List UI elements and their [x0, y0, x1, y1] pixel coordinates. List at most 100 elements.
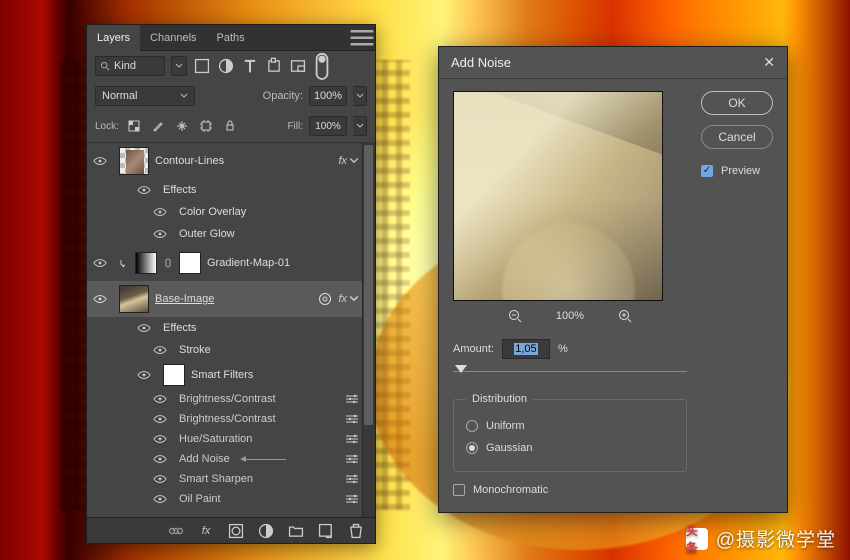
radio-gaussian[interactable]: Gaussian: [466, 437, 674, 459]
adjustment-thumbnail[interactable]: [135, 252, 157, 274]
monochromatic-checkbox[interactable]: Monochromatic: [453, 484, 687, 496]
adjustment-layer-icon[interactable]: [257, 522, 275, 540]
smart-filters-header[interactable]: Smart Filters: [87, 361, 375, 389]
filter-pixel-icon[interactable]: [193, 57, 211, 75]
visibility-toggle[interactable]: [131, 323, 157, 333]
fx-badge[interactable]: fx: [338, 293, 359, 305]
layer-style-icon[interactable]: fx: [197, 522, 215, 540]
effect-color-overlay[interactable]: Color Overlay: [87, 201, 375, 223]
filter-kind-dropdown[interactable]: Kind: [95, 56, 165, 76]
visibility-toggle[interactable]: [87, 258, 113, 268]
dialog-titlebar[interactable]: Add Noise ✕: [439, 47, 787, 79]
filter-smartobject-icon[interactable]: [289, 57, 307, 75]
preview-checkbox[interactable]: Preview: [701, 165, 773, 177]
visibility-toggle[interactable]: [147, 345, 173, 355]
smart-filter-item[interactable]: Hue/Saturation: [87, 429, 375, 449]
fill-chevron[interactable]: [353, 116, 367, 136]
visibility-toggle[interactable]: [147, 474, 173, 484]
effect-stroke[interactable]: Stroke: [87, 339, 375, 361]
visibility-toggle[interactable]: [147, 207, 173, 217]
layer-thumbnail[interactable]: [119, 285, 149, 313]
scrollbar-track[interactable]: [362, 143, 375, 517]
filter-kind-chevron[interactable]: [171, 56, 187, 76]
visibility-toggle[interactable]: [147, 494, 173, 504]
tab-paths[interactable]: Paths: [207, 25, 255, 51]
link-layers-icon[interactable]: [167, 522, 185, 540]
panel-menu-icon[interactable]: [349, 28, 375, 48]
radio-indicator: [466, 420, 478, 432]
filter-blend-icon[interactable]: [341, 414, 359, 424]
visibility-toggle[interactable]: [131, 370, 157, 380]
layer-mask-icon[interactable]: [227, 522, 245, 540]
lock-artboard-icon[interactable]: [197, 117, 215, 135]
radio-uniform[interactable]: Uniform: [466, 415, 674, 437]
visibility-toggle[interactable]: [147, 414, 173, 424]
filter-blend-icon[interactable]: [341, 474, 359, 484]
radio-indicator: [466, 442, 478, 454]
effects-header[interactable]: Effects: [87, 179, 375, 201]
visibility-toggle[interactable]: [147, 229, 173, 239]
filter-adjustment-icon[interactable]: [217, 57, 235, 75]
new-group-icon[interactable]: [287, 522, 305, 540]
opacity-chevron[interactable]: [353, 86, 367, 106]
slider-knob[interactable]: [455, 365, 467, 379]
layer-name[interactable]: Contour-Lines: [155, 155, 332, 167]
filter-blend-icon[interactable]: [341, 494, 359, 504]
lock-all-icon[interactable]: [221, 117, 239, 135]
ok-button[interactable]: OK: [701, 91, 773, 115]
smart-filter-item[interactable]: Smart Sharpen: [87, 469, 375, 489]
smart-filter-item[interactable]: Brightness/Contrast: [87, 409, 375, 429]
blend-mode-dropdown[interactable]: Normal: [95, 86, 195, 106]
visibility-toggle[interactable]: [87, 294, 113, 304]
radio-label: Uniform: [486, 420, 525, 432]
amount-unit: %: [558, 343, 568, 355]
filter-kind-label: Kind: [114, 60, 136, 72]
close-button[interactable]: ✕: [763, 54, 775, 71]
visibility-toggle[interactable]: [147, 434, 173, 444]
layer-name[interactable]: Base-Image: [155, 293, 312, 305]
amount-slider[interactable]: [453, 363, 687, 379]
filter-name: Smart Sharpen: [179, 473, 335, 485]
scrollbar-thumb[interactable]: [364, 145, 373, 425]
tab-layers[interactable]: Layers: [87, 25, 140, 51]
tab-channels[interactable]: Channels: [140, 25, 206, 51]
visibility-toggle[interactable]: [87, 156, 113, 166]
zoom-in-button[interactable]: [618, 309, 632, 323]
opacity-value[interactable]: 100%: [309, 86, 347, 106]
layer-gradient-map[interactable]: Gradient-Map-01: [87, 245, 375, 281]
mask-link-icon[interactable]: [163, 252, 173, 274]
fill-label: Fill:: [287, 121, 303, 132]
layer-contour-lines[interactable]: Contour-Lines fx: [87, 143, 375, 179]
filter-blend-icon[interactable]: [341, 434, 359, 444]
cancel-button[interactable]: Cancel: [701, 125, 773, 149]
delete-layer-icon[interactable]: [347, 522, 365, 540]
lock-position-icon[interactable]: [173, 117, 191, 135]
mask-thumbnail[interactable]: [179, 252, 201, 274]
preview-image[interactable]: [453, 91, 663, 301]
filter-blend-icon[interactable]: [341, 394, 359, 404]
visibility-toggle[interactable]: [131, 185, 157, 195]
smart-filter-item[interactable]: Oil Paint: [87, 489, 375, 509]
new-layer-icon[interactable]: [317, 522, 335, 540]
filter-type-icon[interactable]: [241, 57, 259, 75]
layer-thumbnail[interactable]: [119, 147, 149, 175]
layer-name[interactable]: Gradient-Map-01: [207, 257, 359, 269]
visibility-toggle[interactable]: [147, 394, 173, 404]
zoom-out-button[interactable]: [508, 309, 522, 323]
fx-badge[interactable]: fx: [338, 155, 359, 167]
filter-toggle-icon[interactable]: [313, 57, 331, 75]
lock-pixels-icon[interactable]: [149, 117, 167, 135]
distribution-label: Distribution: [466, 393, 533, 405]
effects-header[interactable]: Effects: [87, 317, 375, 339]
smart-filter-add-noise[interactable]: Add Noise: [87, 449, 375, 469]
fill-value[interactable]: 100%: [309, 116, 347, 136]
layer-base-image[interactable]: Base-Image fx: [87, 281, 375, 317]
filter-mask-thumbnail[interactable]: [163, 364, 185, 386]
lock-transparency-icon[interactable]: [125, 117, 143, 135]
filter-blend-icon[interactable]: [341, 454, 359, 464]
filter-shape-icon[interactable]: [265, 57, 283, 75]
smart-filter-item[interactable]: Brightness/Contrast: [87, 389, 375, 409]
effect-outer-glow[interactable]: Outer Glow: [87, 223, 375, 245]
visibility-toggle[interactable]: [147, 454, 173, 464]
amount-input[interactable]: 1,05: [502, 339, 550, 359]
